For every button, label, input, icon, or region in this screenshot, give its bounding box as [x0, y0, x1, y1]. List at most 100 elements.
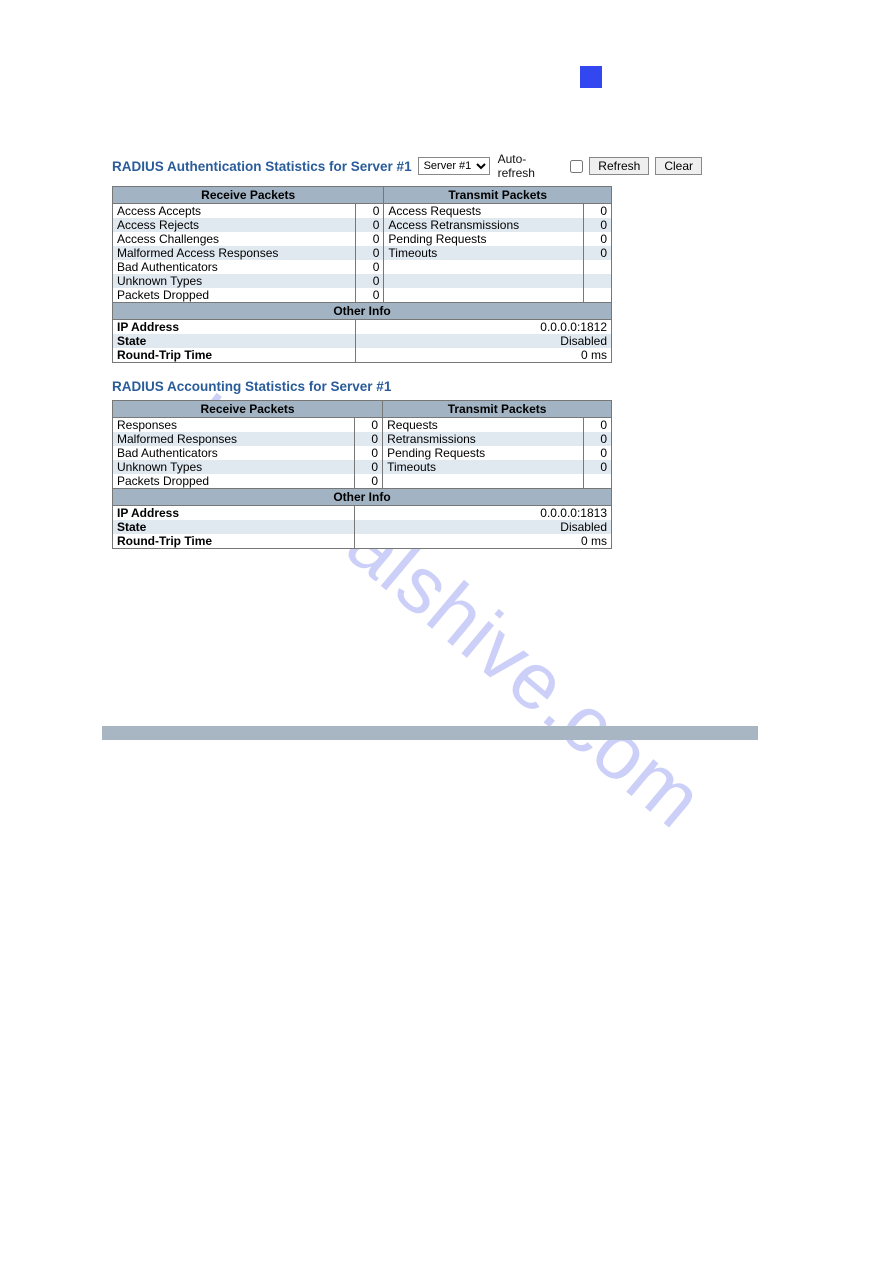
- auth-title: RADIUS Authentication Statistics for Ser…: [112, 159, 412, 174]
- cell-label: Bad Authenticators: [113, 446, 355, 460]
- auth-title-row: RADIUS Authentication Statistics for Ser…: [112, 152, 702, 180]
- cell-value: 0: [356, 204, 384, 219]
- cell-label: Packets Dropped: [113, 474, 355, 489]
- table-row: IP Address 0.0.0.0:1813: [113, 506, 612, 521]
- table-row: Malformed Access Responses 0 Timeouts 0: [113, 246, 612, 260]
- table-row: Unknown Types 0: [113, 274, 612, 288]
- cell-label: Access Rejects: [113, 218, 356, 232]
- cell-label: Requests: [383, 418, 584, 433]
- auth-receive-header: Receive Packets: [113, 187, 384, 204]
- table-row: Unknown Types 0 Timeouts 0: [113, 460, 612, 474]
- info-label: Round-Trip Time: [113, 534, 355, 549]
- info-value: 0.0.0.0:1813: [355, 506, 612, 521]
- info-value: Disabled: [356, 334, 612, 348]
- cell-label: Responses: [113, 418, 355, 433]
- auth-other-info-header: Other Info: [113, 303, 612, 320]
- cell-label: [384, 260, 584, 274]
- acct-header-row: Receive Packets Transmit Packets: [113, 401, 612, 418]
- cell-label: Unknown Types: [113, 460, 355, 474]
- cell-value: 0: [584, 246, 612, 260]
- cell-value: 0: [584, 204, 612, 219]
- server-select[interactable]: Server #1: [418, 157, 490, 175]
- table-row: Packets Dropped 0: [113, 288, 612, 303]
- cell-label: [384, 288, 584, 303]
- cell-value: 0: [355, 432, 383, 446]
- cell-value: 0: [356, 288, 384, 303]
- table-row: Access Accepts 0 Access Requests 0: [113, 204, 612, 219]
- footer-bar: [102, 726, 758, 740]
- acct-receive-header: Receive Packets: [113, 401, 383, 418]
- cell-label: Retransmissions: [383, 432, 584, 446]
- cell-label: Timeouts: [383, 460, 584, 474]
- cell-value: 0: [356, 260, 384, 274]
- acct-stats-table: Receive Packets Transmit Packets Respons…: [112, 400, 612, 549]
- table-row: State Disabled: [113, 520, 612, 534]
- cell-label: Packets Dropped: [113, 288, 356, 303]
- table-row: Bad Authenticators 0: [113, 260, 612, 274]
- refresh-button[interactable]: Refresh: [589, 157, 649, 175]
- cell-label: Bad Authenticators: [113, 260, 356, 274]
- info-label: State: [113, 520, 355, 534]
- cell-value: 0: [356, 274, 384, 288]
- info-value: 0 ms: [356, 348, 612, 363]
- cell-value: [584, 288, 612, 303]
- cell-label: Pending Requests: [384, 232, 584, 246]
- cell-label: Timeouts: [384, 246, 584, 260]
- info-value: 0.0.0.0:1812: [356, 320, 612, 335]
- cell-value: 0: [356, 246, 384, 260]
- table-row: Access Challenges 0 Pending Requests 0: [113, 232, 612, 246]
- table-row: Malformed Responses 0 Retransmissions 0: [113, 432, 612, 446]
- auto-refresh-checkbox[interactable]: [570, 160, 583, 173]
- cell-label: [383, 474, 584, 489]
- cell-label: Access Accepts: [113, 204, 356, 219]
- acct-other-info-header: Other Info: [113, 489, 612, 506]
- cell-value: 0: [355, 446, 383, 460]
- content-area: RADIUS Authentication Statistics for Ser…: [112, 152, 702, 549]
- cell-label: [384, 274, 584, 288]
- acct-transmit-header: Transmit Packets: [383, 401, 612, 418]
- cell-value: 0: [584, 418, 612, 433]
- cell-value: [584, 274, 612, 288]
- table-row: IP Address 0.0.0.0:1812: [113, 320, 612, 335]
- cell-label: Unknown Types: [113, 274, 356, 288]
- cell-value: 0: [355, 418, 383, 433]
- info-label: IP Address: [113, 320, 356, 335]
- info-value: Disabled: [355, 520, 612, 534]
- cell-label: Access Requests: [384, 204, 584, 219]
- acct-other-info-header-row: Other Info: [113, 489, 612, 506]
- auth-transmit-header: Transmit Packets: [384, 187, 612, 204]
- cell-value: 0: [584, 460, 612, 474]
- page-marker: [580, 66, 602, 88]
- auth-header-row: Receive Packets Transmit Packets: [113, 187, 612, 204]
- table-row: Responses 0 Requests 0: [113, 418, 612, 433]
- acct-title: RADIUS Accounting Statistics for Server …: [112, 379, 702, 394]
- auto-refresh-label: Auto-refresh: [498, 152, 563, 180]
- table-row: Packets Dropped 0: [113, 474, 612, 489]
- clear-button[interactable]: Clear: [655, 157, 702, 175]
- auth-other-info-header-row: Other Info: [113, 303, 612, 320]
- auth-stats-table: Receive Packets Transmit Packets Access …: [112, 186, 612, 363]
- cell-label: Malformed Access Responses: [113, 246, 356, 260]
- cell-label: Pending Requests: [383, 446, 584, 460]
- table-row: Access Rejects 0 Access Retransmissions …: [113, 218, 612, 232]
- cell-value: 0: [355, 460, 383, 474]
- info-label: IP Address: [113, 506, 355, 521]
- cell-label: Access Retransmissions: [384, 218, 584, 232]
- cell-label: Malformed Responses: [113, 432, 355, 446]
- cell-value: 0: [584, 232, 612, 246]
- info-value: 0 ms: [355, 534, 612, 549]
- table-row: State Disabled: [113, 334, 612, 348]
- cell-value: 0: [356, 218, 384, 232]
- info-label: Round-Trip Time: [113, 348, 356, 363]
- cell-value: 0: [356, 232, 384, 246]
- cell-value: 0: [584, 432, 612, 446]
- table-row: Round-Trip Time 0 ms: [113, 348, 612, 363]
- cell-value: 0: [584, 218, 612, 232]
- info-label: State: [113, 334, 356, 348]
- cell-value: 0: [584, 446, 612, 460]
- cell-value: [584, 474, 612, 489]
- cell-value: 0: [355, 474, 383, 489]
- table-row: Round-Trip Time 0 ms: [113, 534, 612, 549]
- table-row: Bad Authenticators 0 Pending Requests 0: [113, 446, 612, 460]
- cell-label: Access Challenges: [113, 232, 356, 246]
